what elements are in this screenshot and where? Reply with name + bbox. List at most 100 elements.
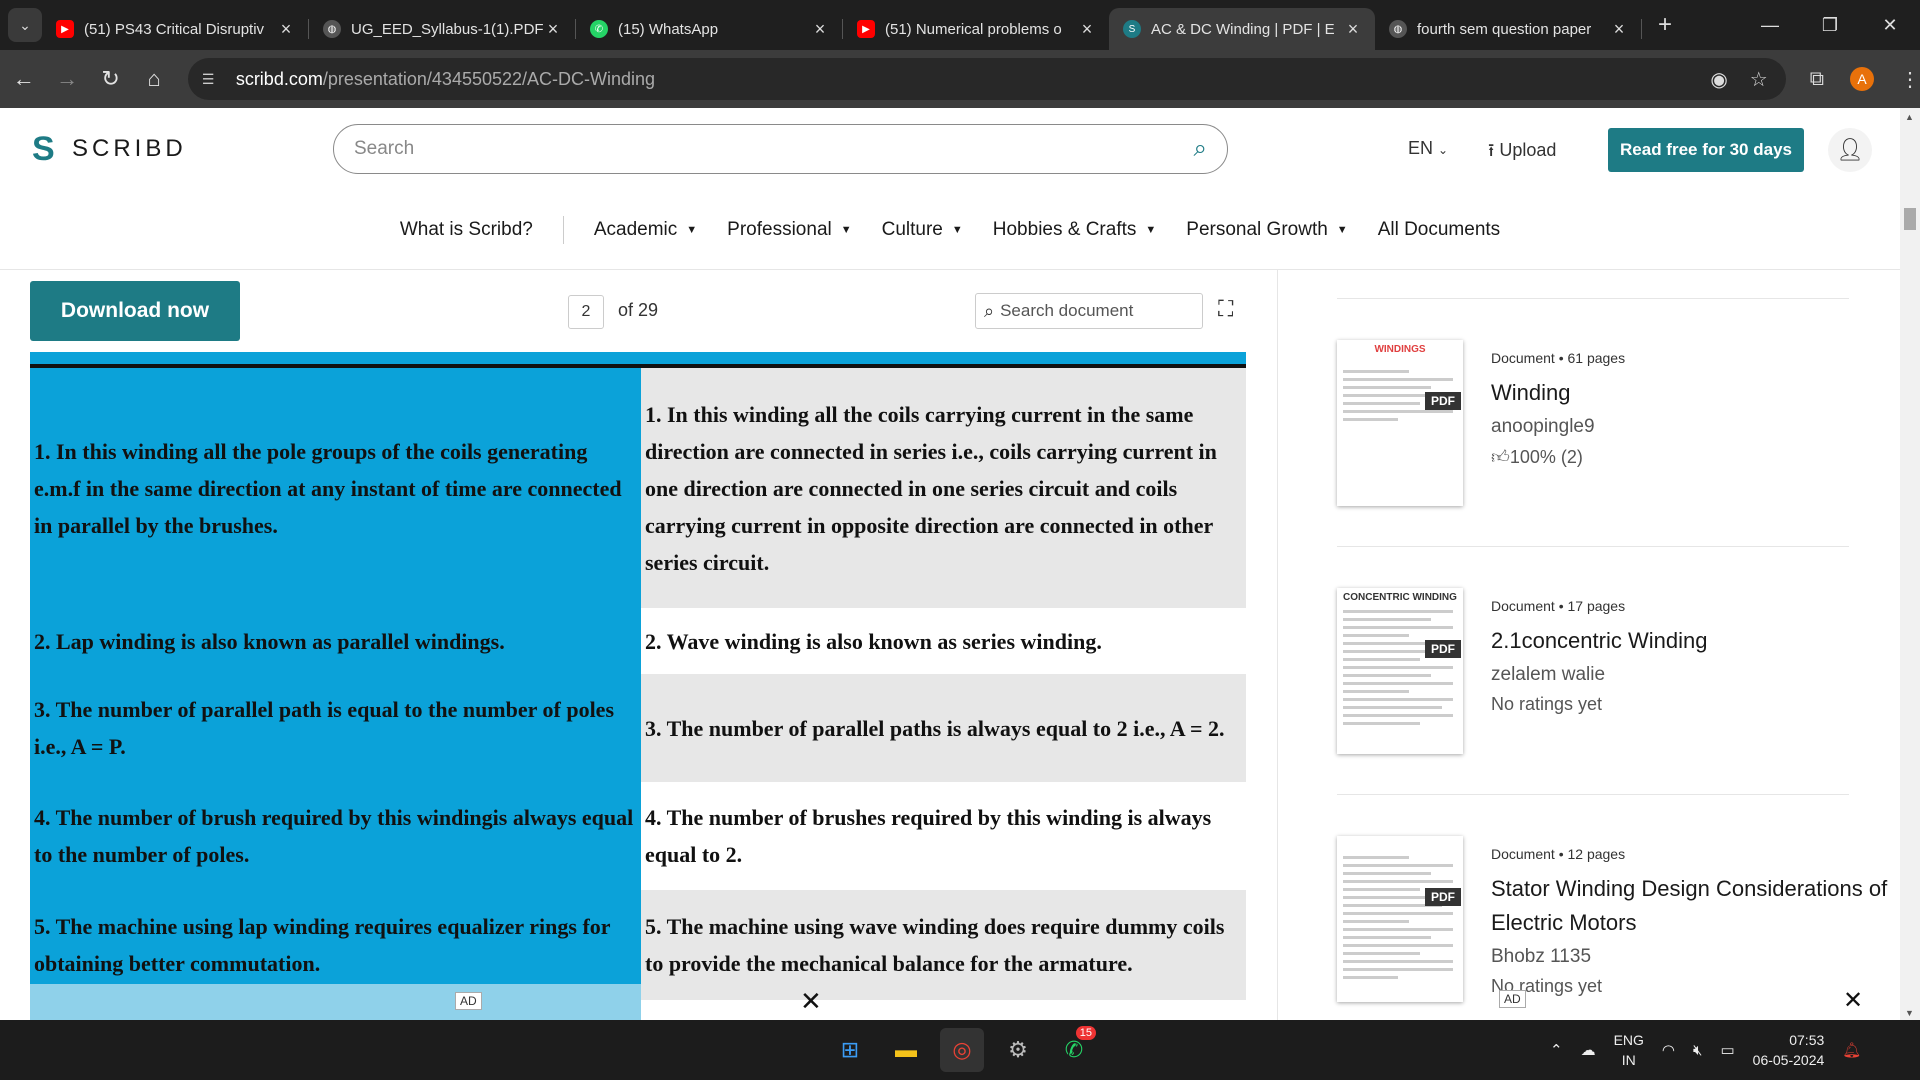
url-host: scribd.com [235,68,323,89]
nav-hobbies-crafts[interactable]: Hobbies & Crafts ▼ [993,219,1157,241]
wifi-icon[interactable]: ◠ [1662,1041,1675,1059]
notification-bell-icon[interactable]: 🔔︎ [1842,1041,1861,1059]
settings-icon[interactable]: ⚙ [996,1028,1040,1072]
onedrive-icon[interactable]: ☁ [1581,1041,1596,1059]
nav-personal-growth[interactable]: Personal Growth ▼ [1186,219,1347,241]
document-thumbnail[interactable]: PDF [1337,836,1463,1002]
input-language[interactable]: ENG IN [1614,1030,1644,1070]
whatsapp-icon[interactable]: ✆ 15 [1052,1026,1096,1072]
file-explorer-icon[interactable]: ▬ [884,1028,928,1072]
menu-dots-icon[interactable]: ⋮ [1900,67,1920,92]
close-ad-icon[interactable]: ✕ [800,986,822,1017]
restore-icon[interactable]: ❐ [1800,0,1860,50]
pdf-badge: PDF [1425,888,1461,906]
nav-what-is-scribd[interactable]: What is Scribd? [400,219,533,241]
volume-muted-icon[interactable]: 🔇︎ [1693,1042,1702,1059]
fullscreen-icon[interactable]: ⛶ [1218,296,1233,322]
download-button[interactable]: Download now [30,281,240,341]
reload-icon[interactable]: ↻ [91,59,130,99]
search-icon[interactable]: ⌕ [1194,135,1207,163]
tab-2[interactable]: ✆ (15) WhatsApp × [576,8,842,50]
ad-banner[interactable] [30,984,641,1020]
start-icon[interactable]: ⊞ [828,1028,872,1072]
document-title[interactable]: Winding [1491,376,1891,410]
document-thumbnail[interactable]: WINDINGS PDF [1337,340,1463,506]
related-card[interactable]: WINDINGS PDF Document • 61 pages Winding… [1337,340,1897,520]
nav-label: All Documents [1377,218,1501,240]
chevron-up-icon[interactable]: ⌃ [1550,1041,1563,1059]
close-tab-icon[interactable]: × [276,19,296,40]
table-cell: 4. The number of brushes required by thi… [641,782,1246,890]
site-search[interactable]: ⌕ [333,124,1228,174]
upload-icon: ⭱ [1488,140,1495,160]
tab-search-button[interactable]: ⌄ [8,8,42,42]
clock[interactable]: 07:53 06-05-2024 [1753,1030,1825,1070]
close-tab-icon[interactable]: × [1077,19,1097,40]
nav-professional[interactable]: Professional ▼ [727,219,851,241]
language-selector[interactable]: EN ⌄ [1408,138,1448,159]
search-input[interactable] [354,138,1194,160]
notification-badge: 15 [1075,1026,1096,1040]
close-tab-icon[interactable]: × [1343,19,1363,40]
nav-academic[interactable]: Academic ▼ [594,219,697,241]
close-tab-icon[interactable]: × [810,19,830,40]
upload-button[interactable]: ⭱ Upload [1488,138,1556,168]
scroll-up-icon[interactable]: ▲ [1905,112,1914,122]
table-row: 1. In this winding all the pole groups o… [30,368,1246,608]
document-rating: 100% (2) [1509,447,1583,467]
windows-taskbar: ⊞ ▬ ◎ ⚙ ✆ 15 ⌃ ☁ ENG IN ◠ 🔇︎ ▭ 07:53 06-05-… [0,1020,1920,1080]
chrome-icon[interactable]: ◎ [940,1028,984,1072]
close-window-icon[interactable]: ✕ [1860,0,1920,50]
forward-icon[interactable]: → [47,59,86,99]
table-cell: 5. The machine using wave winding does r… [641,890,1246,1000]
language-code: ENG [1613,1032,1644,1048]
document-author[interactable]: Bhobz 1135 [1491,946,1591,968]
scribd-logo[interactable]: S SCRIBD [32,132,187,166]
back-icon[interactable]: ← [4,59,43,99]
site-info-icon[interactable]: ☰ [202,71,224,88]
thumbnail-text: WINDINGS [1374,344,1426,355]
tab-4[interactable]: S AC & DC Winding | PDF | E × [1109,8,1375,50]
document-author[interactable]: anoopingle9 [1491,416,1595,438]
table-cell: 3. The number of parallel paths is alway… [641,674,1246,782]
nav-culture[interactable]: Culture ▼ [882,219,963,241]
read-free-button[interactable]: Read free for 30 days [1608,128,1804,172]
document-meta: Document • 17 pages [1491,598,1626,614]
tab-1[interactable]: ◍ UG_EED_Syllabus-1(1).PDF × [309,8,575,50]
nav-label: What is Scribd? [399,218,533,240]
bookmark-star-icon[interactable]: ☆ [1750,67,1768,92]
pdf-badge: PDF [1425,640,1461,658]
close-tab-icon[interactable]: × [1609,19,1629,40]
chevron-down-icon: ▼ [1145,223,1157,236]
home-icon[interactable]: ⌂ [134,59,173,99]
globe-icon: ◍ [1389,20,1407,38]
new-tab-button[interactable]: + [1650,11,1680,39]
document-thumbnail[interactable]: CONCENTRIC WINDING PDF [1337,588,1463,754]
related-card[interactable]: CONCENTRIC WINDING PDF Document • 17 pag… [1337,588,1897,768]
document-author[interactable]: zelalem walie [1491,664,1605,686]
eye-off-icon[interactable]: ◉ [1710,67,1727,92]
tab-5[interactable]: ◍ fourth sem question paper × [1375,8,1641,50]
close-ad-icon[interactable]: ✕ [1843,986,1863,1015]
minimize-icon[interactable]: — [1740,0,1800,50]
user-icon[interactable]: 👤︎ [1828,128,1872,172]
search-icon: ⌕ [984,300,995,321]
url-field[interactable]: ☰ scribd.com/presentation/434550522/AC-D… [187,58,1786,100]
tab-0[interactable]: ▶ (51) PS43 Critical Disruptiv × [42,8,308,50]
close-tab-icon[interactable]: × [543,19,563,40]
profile-avatar[interactable]: A [1850,67,1875,91]
document-title[interactable]: 2.1concentric Winding [1491,624,1891,658]
nav-all-documents[interactable]: All Documents [1378,219,1501,241]
battery-icon[interactable]: ▭ [1720,1041,1734,1059]
tab-3[interactable]: ▶ (51) Numerical problems o × [843,8,1109,50]
tab-title: (51) PS43 Critical Disruptiv [84,20,265,38]
document-title[interactable]: Stator Winding Design Considerations of … [1491,872,1891,940]
document-search[interactable]: ⌕ Search document [975,293,1203,329]
page-scrollbar[interactable]: ▲ ▼ [1900,108,1920,1020]
page-number-input[interactable]: 2 [568,295,604,329]
nav-label: Personal Growth [1186,218,1328,240]
scrollbar-thumb[interactable] [1904,208,1916,230]
scroll-down-icon[interactable]: ▼ [1905,1008,1914,1018]
extensions-icon[interactable]: ⧉ [1810,68,1824,91]
related-card[interactable]: PDF Document • 12 pages Stator Winding D… [1337,836,1897,1016]
